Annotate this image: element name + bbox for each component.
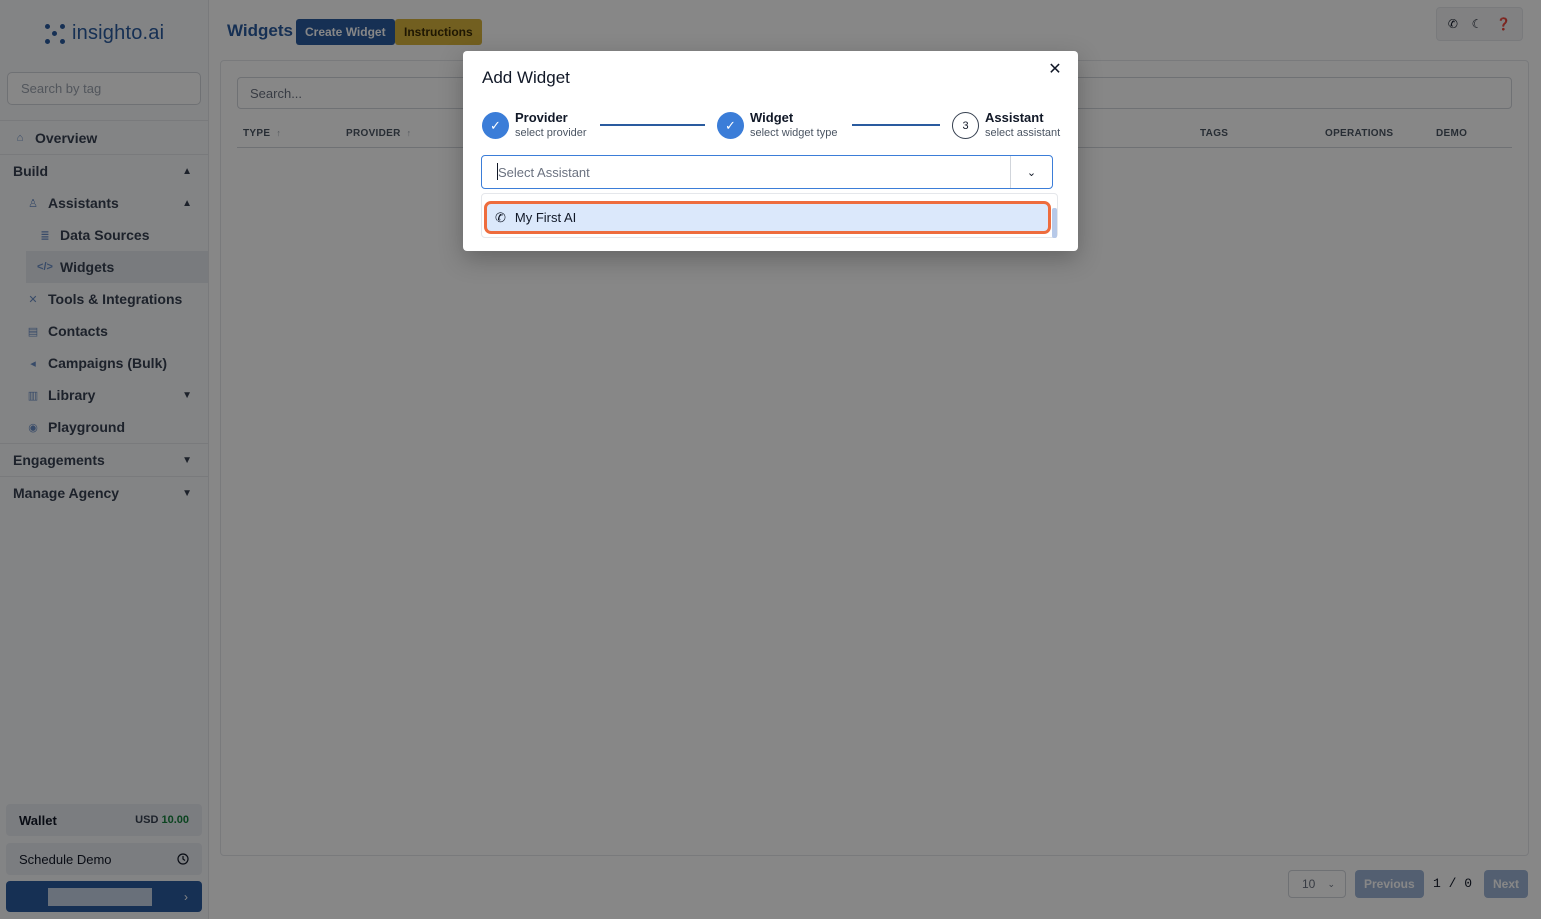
modal-title: Add Widget <box>482 68 570 87</box>
step-connector <box>852 124 940 126</box>
check-icon: ✓ <box>717 112 744 139</box>
dropdown-scrollbar[interactable] <box>1052 208 1057 238</box>
step-subtitle: select provider <box>515 127 587 139</box>
step-subtitle: select assistant <box>985 127 1061 139</box>
phone-icon: ✆ <box>495 209 506 225</box>
add-widget-modal: Add Widget ✕ ✓ Provider select provider … <box>463 51 1078 251</box>
check-icon: ✓ <box>482 112 509 139</box>
assistant-select[interactable]: Select Assistant ⌄ <box>481 155 1053 189</box>
chevron-down-icon[interactable]: ⌄ <box>1010 156 1052 188</box>
step-provider: ✓ Provider select provider <box>482 110 587 141</box>
step-number: 3 <box>952 112 979 139</box>
option-label: My First AI <box>514 210 577 225</box>
close-icon[interactable]: ✕ <box>1047 62 1063 78</box>
step-subtitle: select widget type <box>750 127 838 139</box>
step-title: Assistant <box>985 110 1044 125</box>
step-connector <box>600 124 705 126</box>
step-assistant: 3 Assistant select assistant <box>952 110 1060 141</box>
step-title: Widget <box>750 110 794 125</box>
assistant-select-placeholder: Select Assistant <box>482 162 1010 180</box>
step-title: Provider <box>515 110 568 125</box>
assistant-dropdown-list: ✆ My First AI <box>481 193 1058 238</box>
step-widget: ✓ Widget select widget type <box>717 110 837 141</box>
assistant-option-my-first-ai[interactable]: ✆ My First AI <box>484 201 1051 234</box>
